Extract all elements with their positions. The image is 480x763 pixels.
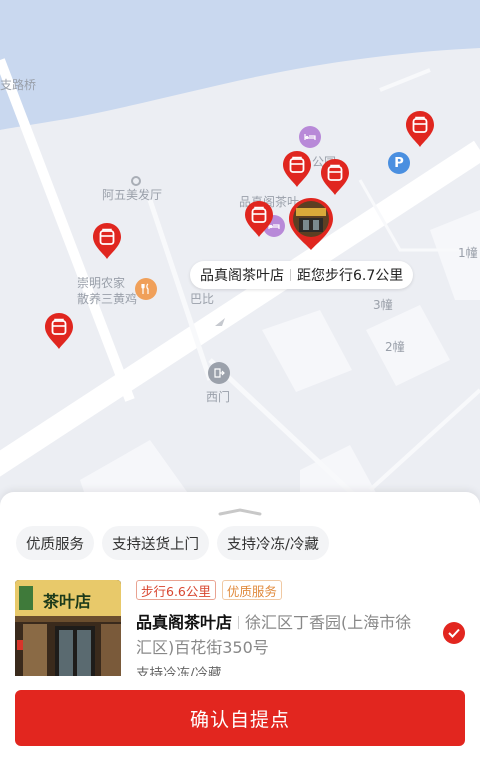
quality-service-tag: 优质服务 — [221, 580, 282, 600]
map-base — [0, 0, 480, 510]
store-pin-icon[interactable] — [44, 312, 74, 350]
store-pin-icon[interactable] — [282, 150, 312, 188]
map-label-building-3: 3幢 — [373, 298, 393, 312]
store-card[interactable]: 茶叶店 步行6.6公里 优质服务 品真阁茶叶店 徐汇区丁香园(上海市徐汇区)百花街… — [15, 580, 465, 680]
poi-marker — [131, 176, 141, 186]
map-label-building-2: 2幢 — [385, 340, 405, 354]
filter-chips: 优质服务 支持送货上门 支持冷冻/冷藏 — [16, 526, 329, 560]
map-label-restaurant: 崇明农家 散养三黄鸡 — [77, 276, 138, 306]
store-name: 品真阁茶叶店 — [136, 613, 233, 632]
drag-handle-icon[interactable] — [218, 502, 262, 516]
map-label-babi: 巴比 — [190, 292, 215, 306]
bottom-bar: 确认自提点 — [0, 676, 480, 763]
store-info: 品真阁茶叶店 徐汇区丁香园(上海市徐汇区)百花街350号 — [136, 610, 421, 660]
walk-distance-tag: 步行6.6公里 — [136, 580, 216, 600]
fork-knife-icon[interactable] — [135, 278, 157, 300]
confirm-pickup-button[interactable]: 确认自提点 — [15, 690, 465, 746]
bed-icon[interactable] — [299, 126, 321, 148]
filter-chip-delivery[interactable]: 支持送货上门 — [102, 526, 209, 560]
callout-distance: 距您步行6.7公里 — [297, 268, 404, 284]
name-divider — [238, 616, 240, 629]
selected-store-pin[interactable] — [287, 196, 335, 252]
store-pin-icon[interactable] — [405, 110, 435, 148]
store-panel: 优质服务 支持送货上门 支持冷冻/冷藏 茶叶店 步行6.6公里 优质服务 品真阁… — [0, 492, 480, 763]
map-label-building-1: 1幢 — [458, 246, 478, 260]
check-icon[interactable] — [443, 622, 465, 644]
store-callout[interactable]: 品真阁茶叶店 距您步行6.7公里 — [190, 261, 414, 289]
store-sign-text: 茶叶店 — [43, 592, 92, 611]
map-label-west-gate: 西门 — [206, 390, 231, 404]
store-pin-icon[interactable] — [92, 222, 122, 260]
map-label-hair-salon: 阿五美发厅 — [102, 188, 163, 202]
store-tags: 步行6.6公里 优质服务 — [136, 580, 282, 600]
callout-store-name: 品真阁茶叶店 — [200, 268, 284, 284]
filter-chip-frozen[interactable]: 支持冷冻/冷藏 — [217, 526, 329, 560]
store-pin-icon[interactable] — [244, 200, 274, 238]
map-view[interactable]: 支路桥 阿五美发厅 品真阁茶叶 公园 崇明农家 散养三黄鸡 巴比 3幢 2幢 1… — [0, 0, 480, 510]
store-pin-icon[interactable] — [320, 158, 350, 196]
map-label-bridge: 支路桥 — [0, 78, 37, 92]
parking-icon[interactable]: P — [388, 152, 410, 174]
callout-divider — [290, 269, 291, 281]
exit-gate-icon[interactable] — [208, 362, 230, 384]
filter-chip-quality[interactable]: 优质服务 — [16, 526, 94, 560]
store-photo: 茶叶店 — [15, 580, 121, 680]
